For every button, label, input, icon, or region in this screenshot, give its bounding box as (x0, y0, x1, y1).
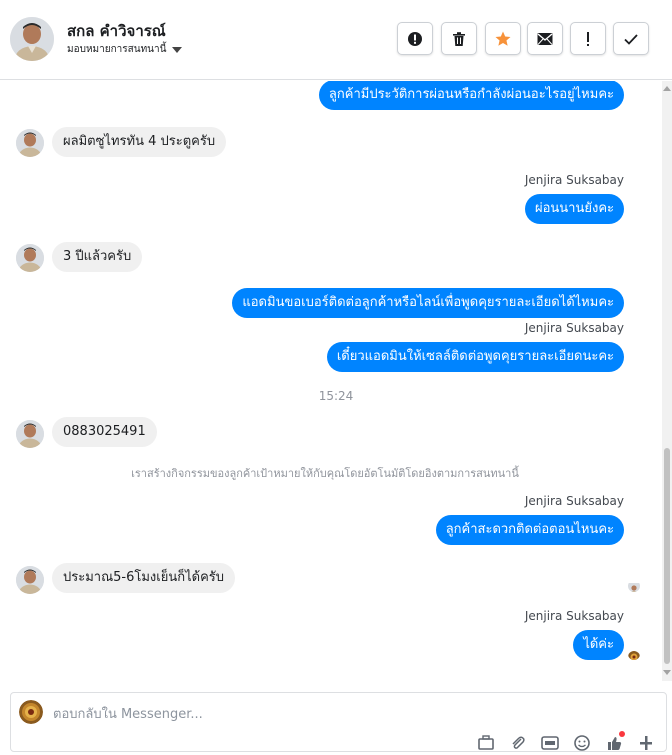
outgoing-message: ลูกค้าสะดวกติดต่อตอนไหนคะ (435, 515, 624, 545)
outgoing-message: แอดมินขอเบอร์ติดต่อลูกค้าหรือไลน์เพื่อพู… (232, 288, 624, 318)
sender-avatar (16, 420, 44, 448)
scroll-down-arrow-icon[interactable] (663, 670, 671, 675)
sender-name: Jenjira Suksabay (524, 609, 624, 623)
page-avatar (19, 700, 43, 724)
contact-name[interactable]: สกล คำวิจารณ์ (67, 19, 166, 43)
outgoing-message: ได้ค่ะ (573, 630, 624, 660)
mark-spam-button[interactable] (397, 22, 433, 55)
gif-icon[interactable] (541, 735, 559, 751)
timestamp-separator: 15:24 (318, 389, 354, 403)
star-button[interactable] (485, 22, 521, 55)
pin-icon[interactable] (637, 735, 655, 751)
scrollbar-thumb[interactable] (664, 448, 670, 664)
incoming-message: 3 ปีแล้วครับ (52, 242, 143, 272)
reply-composer (10, 692, 667, 752)
delete-button[interactable] (441, 22, 477, 55)
attachment-icon[interactable] (509, 735, 527, 751)
sender-avatar (16, 244, 44, 272)
assign-conversation-dropdown[interactable]: มอบหมายการสนทนานี้ (67, 42, 183, 57)
sender-name: Jenjira Suksabay (524, 173, 624, 187)
composer-toolbar (477, 731, 655, 751)
follow-up-button[interactable] (570, 22, 606, 55)
incoming-message: ประมาณ5-6โมงเย็นก็ได้ครับ (52, 563, 236, 593)
sender-avatar (16, 566, 44, 594)
trash-icon (453, 31, 465, 46)
mark-unread-button[interactable] (527, 22, 563, 55)
mark-done-button[interactable] (613, 22, 649, 55)
alert-circle-icon (408, 31, 422, 46)
message-thread[interactable]: ลูกค้ามีประวัติการผ่อนหรือกำลังผ่อนอะไรอ… (0, 81, 662, 681)
saved-replies-icon[interactable] (477, 735, 495, 751)
check-icon (624, 33, 638, 45)
sender-name: Jenjira Suksabay (524, 321, 624, 335)
outgoing-message: ผ่อนนานยังคะ (524, 194, 624, 224)
like-icon[interactable] (605, 731, 625, 751)
mail-icon (537, 32, 553, 45)
outgoing-message: ลูกค้ามีประวัติการผ่อนหรือกำลังผ่อนอะไรอ… (318, 81, 624, 110)
seen-avatar-contact (628, 580, 640, 592)
conversation-header: สกล คำวิจารณ์ มอบหมายการสนทนานี้ (0, 0, 672, 80)
chevron-down-icon (172, 46, 183, 53)
notification-dot (619, 731, 625, 737)
outgoing-message: เดี๋ยวแอดมินให้เซลล์ติดต่อพูดคุยรายละเอี… (326, 342, 624, 372)
incoming-message: ผลมิตซูไทรทัน 4 ประตูครับ (52, 127, 227, 157)
system-note: เราสร้างกิจกรรมของลูกค้าเป้าหมายให้กับคุ… (131, 467, 519, 480)
scroll-up-arrow-icon[interactable] (663, 86, 671, 91)
exclamation-icon (587, 31, 589, 46)
contact-avatar[interactable] (10, 17, 54, 61)
reply-input[interactable] (53, 703, 453, 725)
star-icon (495, 31, 511, 46)
emoji-icon[interactable] (573, 735, 591, 751)
sender-name: Jenjira Suksabay (524, 494, 624, 508)
assign-label: มอบหมายการสนทนานี้ (67, 44, 167, 55)
sender-avatar (16, 129, 44, 157)
incoming-message[interactable]: 0883025491 (52, 417, 157, 447)
seen-avatar-page (628, 648, 640, 660)
